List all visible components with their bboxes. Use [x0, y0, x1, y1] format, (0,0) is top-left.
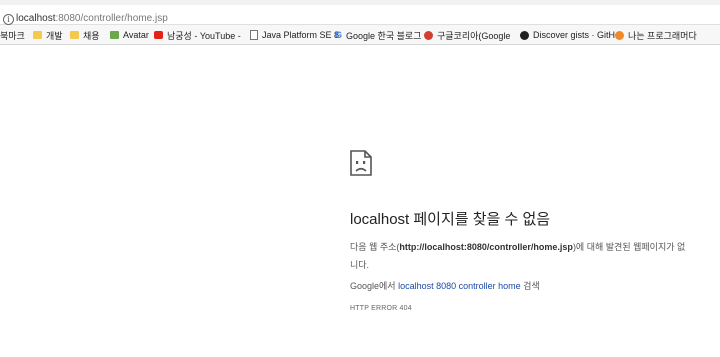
- bookmark-java-docs[interactable]: Java Platform SE 8: [250, 29, 339, 41]
- bookmarks-bar: 북마크 개발 채용 Avatar 남궁성 - YouTube - Java Pl…: [0, 25, 720, 45]
- bookmark-podcast[interactable]: 나는 프로그래머다: [615, 29, 697, 41]
- bookmark-label: Google 한국 블로그: [346, 30, 422, 41]
- google-plus-icon: [424, 30, 433, 40]
- address-bar[interactable]: i localhost:8080/controller/home.jsp: [0, 5, 720, 25]
- bookmark-item[interactable]: 북마크: [0, 29, 25, 41]
- bookmark-folder-jobs[interactable]: 채용: [70, 29, 100, 41]
- bookmark-avatar[interactable]: Avatar: [110, 29, 149, 41]
- folder-icon: [33, 31, 42, 39]
- bookmark-label: 나는 프로그래머다: [628, 30, 697, 41]
- url-host: localhost: [16, 13, 56, 24]
- document-icon: [250, 30, 258, 40]
- info-icon[interactable]: i: [3, 14, 14, 25]
- error-code: HTTP ERROR 404: [350, 305, 412, 312]
- bookmark-github-gists[interactable]: Discover gists · GitH: [520, 29, 615, 41]
- search-suffix: 검색: [520, 281, 540, 291]
- youtube-icon: [154, 31, 163, 39]
- avatar-icon: [110, 31, 119, 39]
- podcast-icon: [615, 30, 624, 40]
- bookmark-label: 구글코리아(Google: [437, 30, 511, 41]
- search-prefix: Google에서: [350, 281, 399, 291]
- bookmark-label: 북마크: [0, 30, 25, 41]
- bookmark-folder-dev[interactable]: 개발: [33, 29, 63, 41]
- bookmark-google-plus[interactable]: 구글코리아(Google: [424, 29, 510, 41]
- search-suggestion: Google에서 localhost 8080 controller home …: [350, 279, 540, 292]
- folder-icon: [70, 31, 79, 39]
- desc-line2: 니다.: [350, 260, 370, 270]
- bookmark-label: Discover gists · GitH: [533, 30, 616, 40]
- page-title: localhost 페이지를 찾을 수 없음: [350, 211, 551, 228]
- bookmark-label: 채용: [83, 30, 100, 41]
- url-path: :8080/controller/home.jsp: [55, 13, 168, 24]
- desc-url: http://localhost:8080/controller/home.js…: [399, 242, 573, 252]
- bookmark-google-blog[interactable]: G Google 한국 블로그: [335, 29, 421, 41]
- desc-prefix: 다음 웹 주소(: [350, 242, 400, 252]
- desc-suffix: )에 대해 발견된 웹페이지가 없: [572, 242, 686, 252]
- google-icon: G: [335, 30, 343, 40]
- sad-page-icon: [350, 150, 372, 176]
- error-description: 다음 웹 주소(http://localhost:8080/controller…: [350, 238, 720, 274]
- bookmark-youtube[interactable]: 남궁성 - YouTube -: [154, 29, 241, 41]
- bookmark-label: 개발: [46, 30, 63, 41]
- bookmark-label: Avatar: [123, 30, 149, 40]
- bookmark-label: 남궁성 - YouTube -: [167, 30, 241, 41]
- url-text[interactable]: localhost:8080/controller/home.jsp: [16, 13, 168, 24]
- google-search-link[interactable]: localhost 8080 controller home: [398, 281, 521, 291]
- github-icon: [520, 30, 529, 40]
- bookmark-label: Java Platform SE 8: [262, 30, 340, 40]
